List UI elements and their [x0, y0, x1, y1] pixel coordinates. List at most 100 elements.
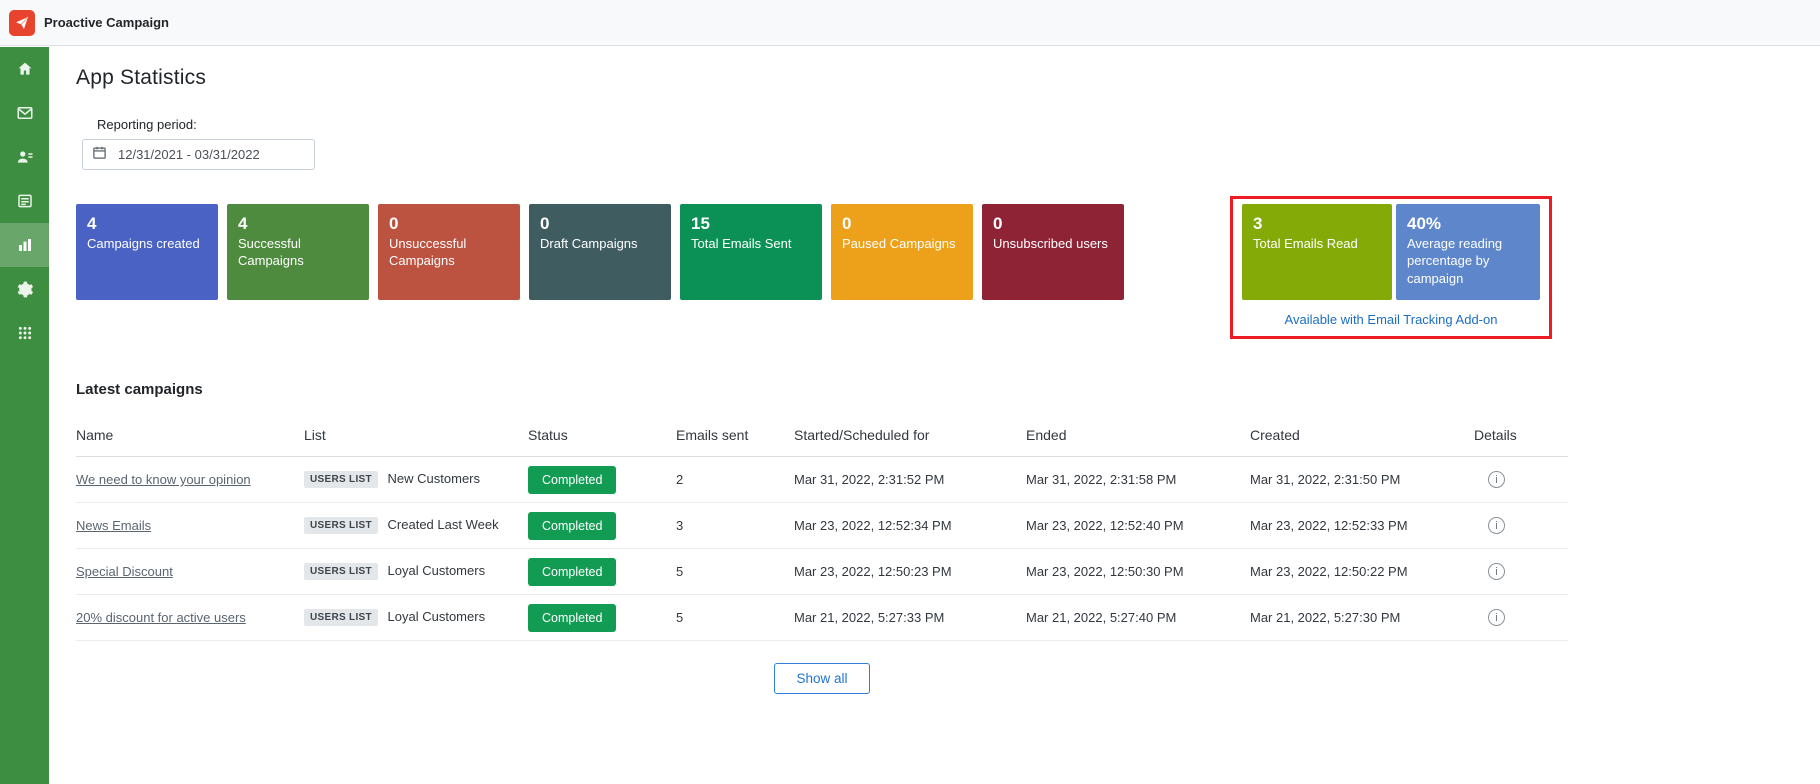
- table-row: 20% discount for active users USERS LIST…: [76, 595, 1568, 641]
- stat-card-total-emails-sent: 15 Total Emails Sent: [680, 204, 822, 300]
- table-row: News Emails USERS LIST Created Last Week…: [76, 503, 1568, 549]
- show-all-container: Show all: [76, 663, 1568, 694]
- sidebar-item-apps[interactable]: [0, 311, 49, 355]
- details-info-icon[interactable]: [1488, 471, 1505, 488]
- statistics-icon: [16, 236, 34, 254]
- sidebar-item-settings[interactable]: [0, 267, 49, 311]
- apps-grid-icon: [17, 325, 33, 341]
- list-name: Loyal Customers: [388, 563, 486, 578]
- status-badge: Completed: [528, 466, 616, 494]
- show-all-button[interactable]: Show all: [774, 663, 869, 694]
- started-value: Mar 21, 2022, 5:27:33 PM: [794, 610, 944, 625]
- stat-card-paused-campaigns: 0 Paused Campaigns: [831, 204, 973, 300]
- table-header-row: Name List Status Emails sent Started/Sch…: [76, 417, 1568, 457]
- reporting-period-section: Reporting period:: [82, 117, 1820, 170]
- gear-icon: [15, 280, 34, 299]
- emails-sent-value: 5: [676, 564, 683, 579]
- column-header-name: Name: [76, 417, 304, 457]
- app-logo-icon: [9, 10, 35, 36]
- stat-card-draft-campaigns: 0 Draft Campaigns: [529, 204, 671, 300]
- column-header-started: Started/Scheduled for: [794, 417, 1026, 457]
- latest-campaigns-title: Latest campaigns: [76, 381, 1820, 398]
- sidebar-item-contacts[interactable]: [0, 135, 49, 179]
- stat-card-unsuccessful-campaigns: 0 Unsuccessful Campaigns: [378, 204, 520, 300]
- topbar: Proactive Campaign: [0, 0, 1820, 46]
- ended-value: Mar 31, 2022, 2:31:58 PM: [1026, 472, 1176, 487]
- table-row: Special Discount USERS LIST Loyal Custom…: [76, 549, 1568, 595]
- column-header-list: List: [304, 417, 528, 457]
- ended-value: Mar 23, 2022, 12:50:30 PM: [1026, 564, 1184, 579]
- stat-label: Paused Campaigns: [842, 235, 962, 252]
- campaign-name-link[interactable]: Special Discount: [76, 564, 173, 579]
- stat-card-unsubscribed-users: 0 Unsubscribed users: [982, 204, 1124, 300]
- contacts-icon: [16, 148, 34, 166]
- stats-cards-row: 4 Campaigns created 4 Successful Campaig…: [76, 196, 1568, 339]
- stat-card-average-reading-percentage: 40% Average reading percentage by campai…: [1396, 204, 1540, 300]
- mail-icon: [16, 104, 34, 122]
- column-header-status: Status: [528, 417, 676, 457]
- created-value: Mar 31, 2022, 2:31:50 PM: [1250, 472, 1400, 487]
- stat-value: 0: [993, 213, 1113, 234]
- started-value: Mar 23, 2022, 12:52:34 PM: [794, 518, 952, 533]
- details-info-icon[interactable]: [1488, 609, 1505, 626]
- stat-label: Total Emails Sent: [691, 235, 811, 252]
- email-tracking-highlight-box: 3 Total Emails Read 40% Average reading …: [1230, 196, 1552, 339]
- sidebar-item-mail[interactable]: [0, 91, 49, 135]
- created-value: Mar 23, 2022, 12:50:22 PM: [1250, 564, 1408, 579]
- stat-label: Draft Campaigns: [540, 235, 660, 252]
- details-info-icon[interactable]: [1488, 563, 1505, 580]
- stat-value: 0: [540, 213, 660, 234]
- created-value: Mar 23, 2022, 12:52:33 PM: [1250, 518, 1408, 533]
- list-name: New Customers: [388, 471, 480, 486]
- stat-value: 4: [238, 213, 358, 234]
- created-value: Mar 21, 2022, 5:27:30 PM: [1250, 610, 1400, 625]
- column-header-details: Details: [1474, 417, 1568, 457]
- stat-value: 3: [1253, 213, 1381, 234]
- emails-sent-value: 2: [676, 472, 683, 487]
- status-badge: Completed: [528, 604, 616, 632]
- sidebar-item-home[interactable]: [0, 47, 49, 91]
- emails-sent-value: 5: [676, 610, 683, 625]
- stat-label: Unsuccessful Campaigns: [389, 235, 509, 269]
- reporting-period-input[interactable]: [82, 139, 315, 170]
- stat-value: 0: [389, 213, 509, 234]
- stat-label: Successful Campaigns: [238, 235, 358, 269]
- stat-value: 40%: [1407, 213, 1529, 234]
- stat-label: Average reading percentage by campaign: [1407, 235, 1529, 286]
- ended-value: Mar 23, 2022, 12:52:40 PM: [1026, 518, 1184, 533]
- tracking-cards: 3 Total Emails Read 40% Average reading …: [1242, 204, 1540, 300]
- stat-value: 4: [87, 213, 207, 234]
- started-value: Mar 23, 2022, 12:50:23 PM: [794, 564, 952, 579]
- campaigns-table: Name List Status Emails sent Started/Sch…: [76, 417, 1568, 641]
- stat-label: Unsubscribed users: [993, 235, 1113, 252]
- stat-label: Campaigns created: [87, 235, 207, 252]
- reporting-period-value[interactable]: [116, 146, 305, 163]
- stat-card-successful-campaigns: 4 Successful Campaigns: [227, 204, 369, 300]
- email-tracking-addon-link[interactable]: Available with Email Tracking Add-on: [1242, 312, 1540, 327]
- campaign-name-link[interactable]: We need to know your opinion: [76, 472, 251, 487]
- status-badge: Completed: [528, 558, 616, 586]
- stat-value: 15: [691, 213, 811, 234]
- column-header-emails-sent: Emails sent: [676, 417, 794, 457]
- stat-card-campaigns-created: 4 Campaigns created: [76, 204, 218, 300]
- details-info-icon[interactable]: [1488, 517, 1505, 534]
- table-row: We need to know your opinion USERS LIST …: [76, 457, 1568, 503]
- users-list-badge: USERS LIST: [304, 517, 378, 534]
- list-name: Loyal Customers: [388, 609, 486, 624]
- column-header-ended: Ended: [1026, 417, 1250, 457]
- reporting-period-label: Reporting period:: [97, 117, 1820, 132]
- users-list-badge: USERS LIST: [304, 471, 378, 488]
- sidebar-item-lists[interactable]: [0, 179, 49, 223]
- page-title: App Statistics: [76, 66, 1820, 90]
- users-list-badge: USERS LIST: [304, 563, 378, 580]
- stat-label: Total Emails Read: [1253, 235, 1381, 252]
- home-icon: [16, 60, 34, 78]
- app-title: Proactive Campaign: [44, 15, 169, 30]
- ended-value: Mar 21, 2022, 5:27:40 PM: [1026, 610, 1176, 625]
- campaign-name-link[interactable]: 20% discount for active users: [76, 610, 246, 625]
- started-value: Mar 31, 2022, 2:31:52 PM: [794, 472, 944, 487]
- status-badge: Completed: [528, 512, 616, 540]
- column-header-created: Created: [1250, 417, 1474, 457]
- campaign-name-link[interactable]: News Emails: [76, 518, 151, 533]
- sidebar-item-statistics[interactable]: [0, 223, 49, 267]
